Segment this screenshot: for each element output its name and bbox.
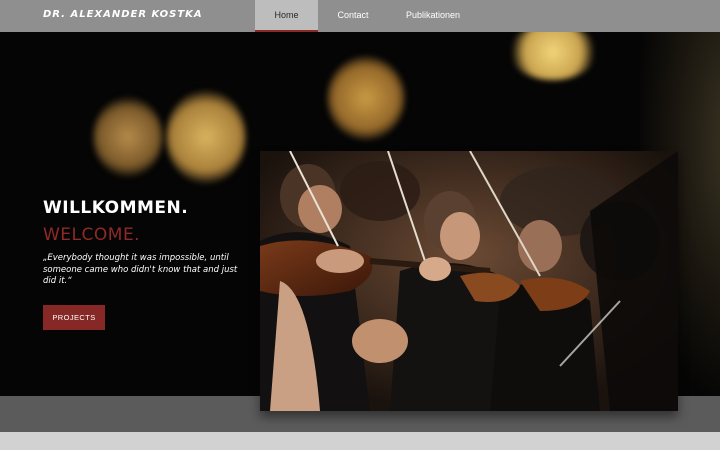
bokeh-light [166,90,246,184]
nav-item-publikationen[interactable]: Publikationen [397,0,469,32]
orchestra-photo [260,151,678,411]
hero-title: WILLKOMMEN. [43,198,189,218]
footer-strip [0,432,720,450]
site-brand[interactable]: DR. ALEXANDER KOSTKA [43,9,203,20]
bokeh-light [509,32,597,80]
orchestra-illustration [260,151,678,411]
nav-item-contact[interactable]: Contact [326,0,380,32]
nav-item-home[interactable]: Home [255,0,318,32]
projects-button[interactable]: PROJECTS [43,305,105,330]
top-navigation-bar: DR. ALEXANDER KOSTKA Home Contact Publik… [0,0,720,32]
hero-quote: „Everybody thought it was impossible, un… [43,253,238,286]
hero-subtitle: WELCOME. [43,225,141,245]
bokeh-light [327,56,405,140]
bokeh-light [93,97,163,177]
